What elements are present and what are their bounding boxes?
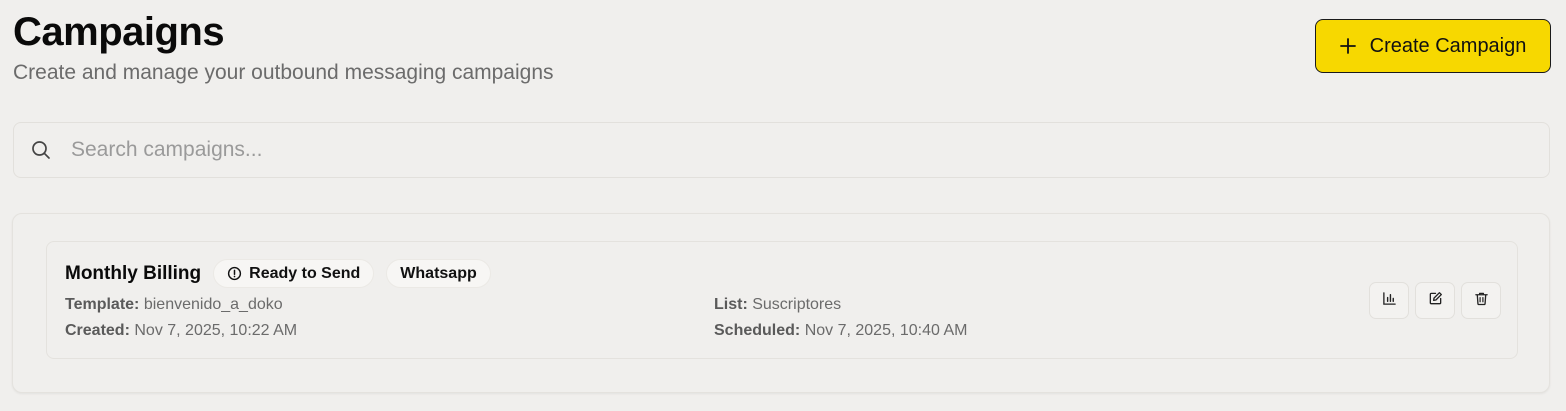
template-info: Template: bienvenido_a_doko — [65, 295, 283, 315]
campaign-actions — [1369, 282, 1501, 319]
campaign-name: Monthly Billing — [65, 262, 202, 284]
page-title: Campaigns — [13, 10, 225, 54]
trash-icon — [1474, 291, 1489, 311]
list-value: Suscriptores — [752, 296, 842, 313]
search-icon — [31, 140, 51, 160]
plus-icon — [1339, 38, 1356, 54]
bar-chart-icon — [1382, 291, 1397, 311]
create-campaign-label: Create Campaign — [1369, 34, 1527, 57]
template-label: Template: — [65, 296, 140, 313]
campaigns-panel: Monthly Billing Ready to Send Whatsapp T… — [12, 213, 1550, 393]
edit-icon — [1428, 291, 1443, 311]
list-label: List: — [714, 296, 748, 313]
status-label: Ready to Send — [249, 264, 361, 282]
channel-badge: Whatsapp — [386, 259, 491, 288]
edit-campaign-button[interactable] — [1415, 282, 1455, 319]
created-label: Created: — [65, 322, 130, 339]
alert-circle-icon — [227, 266, 242, 281]
created-info: Created: Nov 7, 2025, 10:22 AM — [65, 321, 297, 341]
search-input[interactable] — [71, 138, 1471, 162]
campaign-card[interactable]: Monthly Billing Ready to Send Whatsapp T… — [46, 241, 1518, 359]
template-value: bienvenido_a_doko — [143, 296, 283, 313]
campaign-card-header: Monthly Billing Ready to Send Whatsapp — [65, 259, 491, 288]
view-stats-button[interactable] — [1369, 282, 1409, 319]
created-value: Nov 7, 2025, 10:22 AM — [134, 322, 298, 339]
page-subtitle: Create and manage your outbound messagin… — [13, 61, 554, 84]
scheduled-info: Scheduled: Nov 7, 2025, 10:40 AM — [714, 321, 967, 341]
channel-label: Whatsapp — [400, 264, 477, 282]
scheduled-label: Scheduled: — [714, 322, 801, 339]
list-info: List: Suscriptores — [714, 295, 841, 315]
create-campaign-button[interactable]: Create Campaign — [1315, 19, 1551, 73]
scheduled-value: Nov 7, 2025, 10:40 AM — [804, 322, 968, 339]
status-badge: Ready to Send — [213, 259, 375, 288]
campaigns-page: Campaigns Create and manage your outboun… — [0, 0, 1566, 411]
search-box[interactable] — [13, 122, 1550, 178]
delete-campaign-button[interactable] — [1461, 282, 1501, 319]
